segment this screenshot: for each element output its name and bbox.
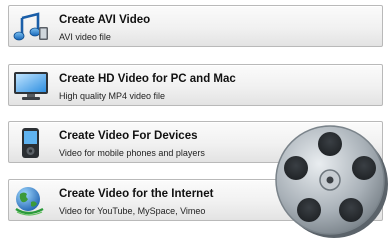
create-hd-video-option[interactable]: Create HD Video for PC and Mac High qual…: [8, 64, 383, 106]
option-title: Create AVI Video: [59, 14, 151, 26]
video-creation-options: Create AVI Video AVI video file Create H…: [0, 0, 392, 248]
create-avi-video-option[interactable]: Create AVI Video AVI video file: [8, 5, 383, 47]
globe-icon: [13, 185, 49, 217]
media-player-icon: [13, 127, 49, 159]
monitor-icon: [13, 70, 49, 102]
option-title: Create Video for the Internet: [59, 188, 214, 200]
film-reel-icon: [272, 122, 390, 240]
option-title: Create Video For Devices: [59, 130, 198, 142]
option-title: Create HD Video for PC and Mac: [59, 73, 236, 85]
option-subtitle: Video for YouTube, MySpace, Vimeo: [59, 206, 206, 216]
music-notes-icon: [13, 11, 49, 43]
option-subtitle: High quality MP4 video file: [59, 91, 166, 101]
option-subtitle: AVI video file: [59, 32, 111, 42]
option-subtitle: Video for mobile phones and players: [59, 148, 205, 158]
